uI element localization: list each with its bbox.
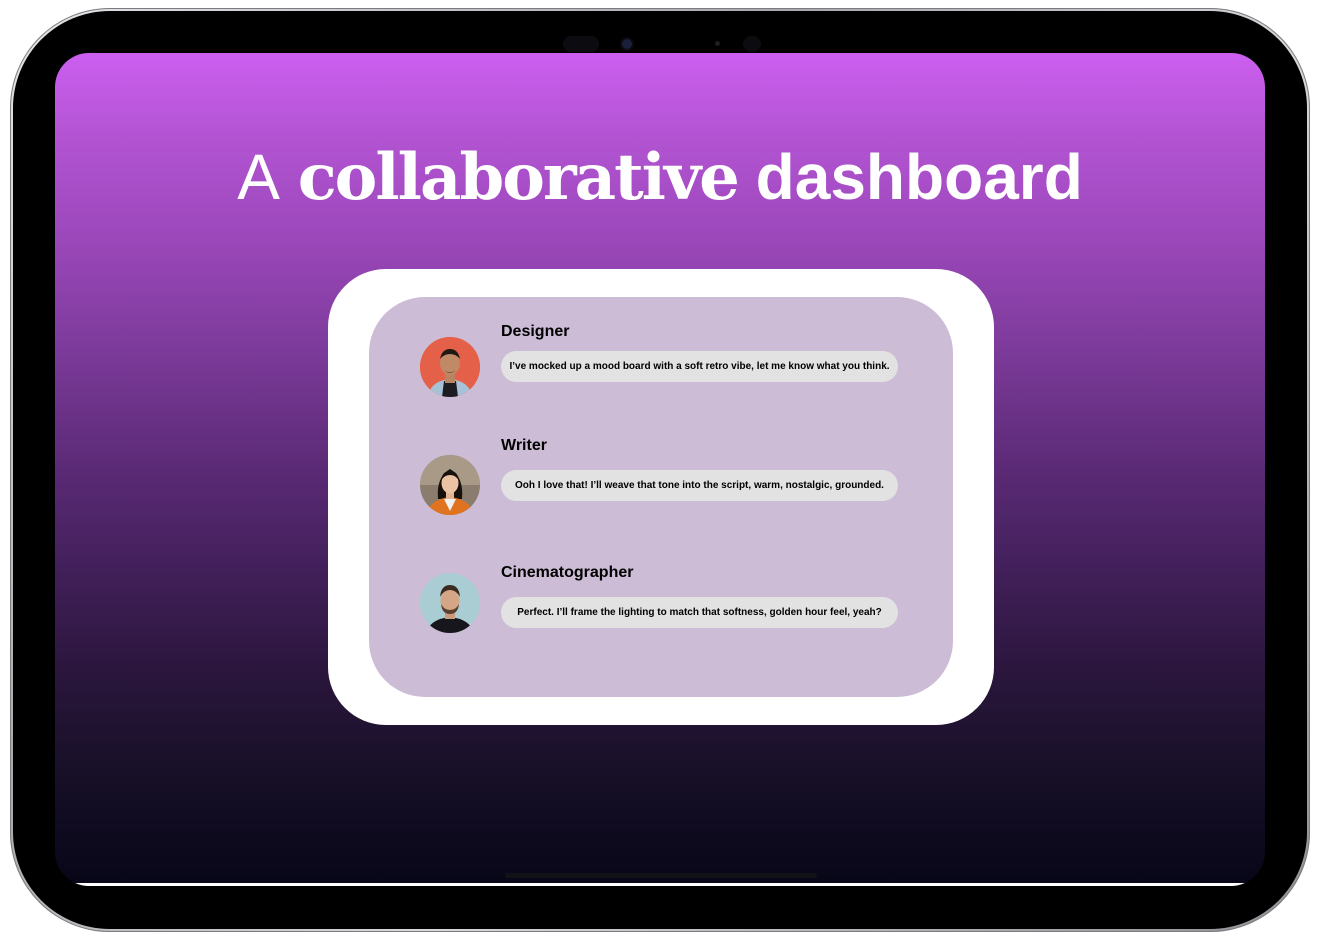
cinematographer-message-bubble: Perfect. I’ll frame the lighting to matc…: [501, 597, 898, 628]
title-word-collaborative: collaborative: [297, 140, 740, 215]
camera-bar: [563, 35, 773, 53]
cinematographer-avatar[interactable]: [420, 573, 480, 633]
designer-message-bubble: I’ve mocked up a mood board with a soft …: [501, 351, 898, 382]
designer-avatar[interactable]: [420, 337, 480, 397]
sensor-icon: [743, 36, 761, 52]
chat-panel: Designer I’ve mocked up a mood board wit…: [369, 297, 953, 697]
title-word-a: A: [237, 141, 280, 213]
page-title: A collaborative dashboard: [55, 141, 1265, 214]
tablet-frame: A collaborative dashboard Designer I’ve …: [10, 8, 1310, 932]
screen: A collaborative dashboard Designer I’ve …: [55, 53, 1265, 886]
chat-card: Designer I’ve mocked up a mood board wit…: [328, 269, 994, 725]
sensor-icon: [563, 36, 599, 52]
camera-icon: [622, 39, 632, 49]
home-indicator[interactable]: [505, 873, 817, 878]
screen-bottom-edge: [55, 883, 1265, 886]
cinematographer-role-label: Cinematographer: [501, 564, 634, 581]
writer-message-bubble: Ooh I love that! I’ll weave that tone in…: [501, 470, 898, 501]
sensor-dot-icon: [715, 41, 720, 46]
designer-role-label: Designer: [501, 323, 570, 340]
writer-role-label: Writer: [501, 437, 547, 454]
writer-avatar[interactable]: [420, 455, 480, 515]
title-word-dashboard: dashboard: [755, 141, 1083, 213]
